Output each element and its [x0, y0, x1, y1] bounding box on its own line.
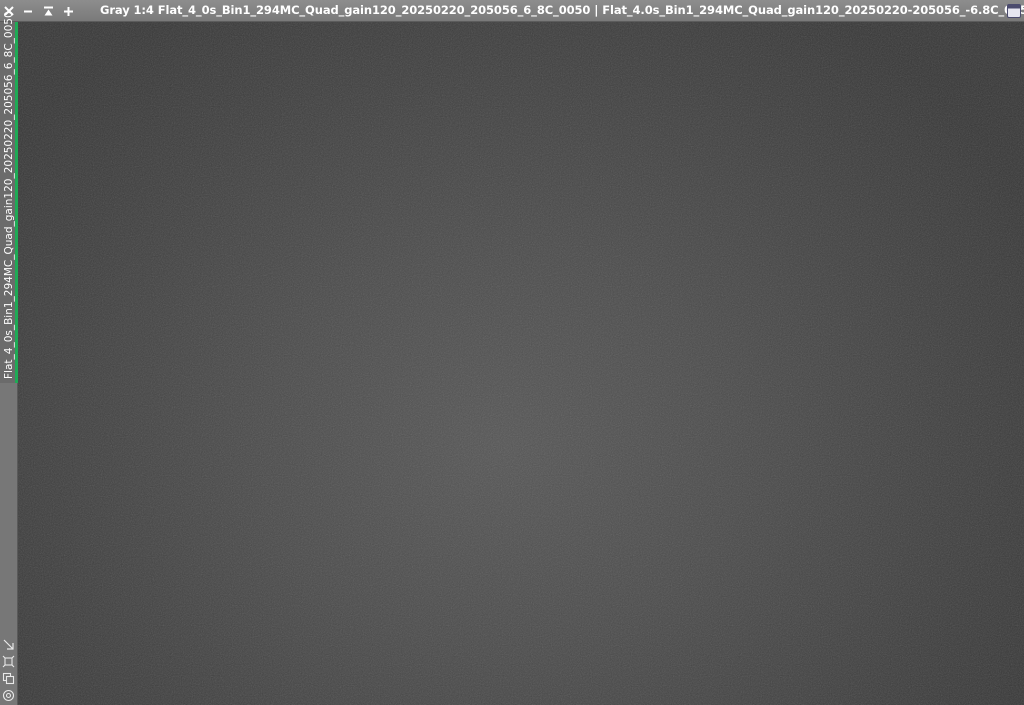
side-tab-image[interactable]: Flat_4_0s_Bin1_294MC_Quad_gain120_202502…	[0, 11, 18, 383]
image-window: Gray 1:4 Flat_4_0s_Bin1_294MC_Quad_gain1…	[0, 0, 1024, 705]
side-tab-label: Flat_4_0s_Bin1_294MC_Quad_gain120_202502…	[3, 11, 15, 379]
image-canvas[interactable]	[18, 22, 1024, 705]
maximize-icon[interactable]	[1006, 3, 1022, 19]
plus-icon[interactable]	[59, 0, 77, 22]
minimize-icon[interactable]	[19, 0, 37, 22]
side-panel: Flat_4_0s_Bin1_294MC_Quad_gain120_202502…	[0, 11, 18, 705]
fit-icon[interactable]	[2, 655, 15, 668]
window-title: Gray 1:4 Flat_4_0s_Bin1_294MC_Quad_gain1…	[100, 3, 1024, 17]
image-noise	[18, 22, 1024, 705]
clone-icon[interactable]	[2, 672, 15, 685]
title-bar[interactable]: Gray 1:4 Flat_4_0s_Bin1_294MC_Quad_gain1…	[0, 0, 1024, 22]
shade-icon[interactable]	[39, 0, 57, 22]
target-icon[interactable]	[2, 689, 15, 702]
resize-icon[interactable]	[2, 638, 15, 651]
